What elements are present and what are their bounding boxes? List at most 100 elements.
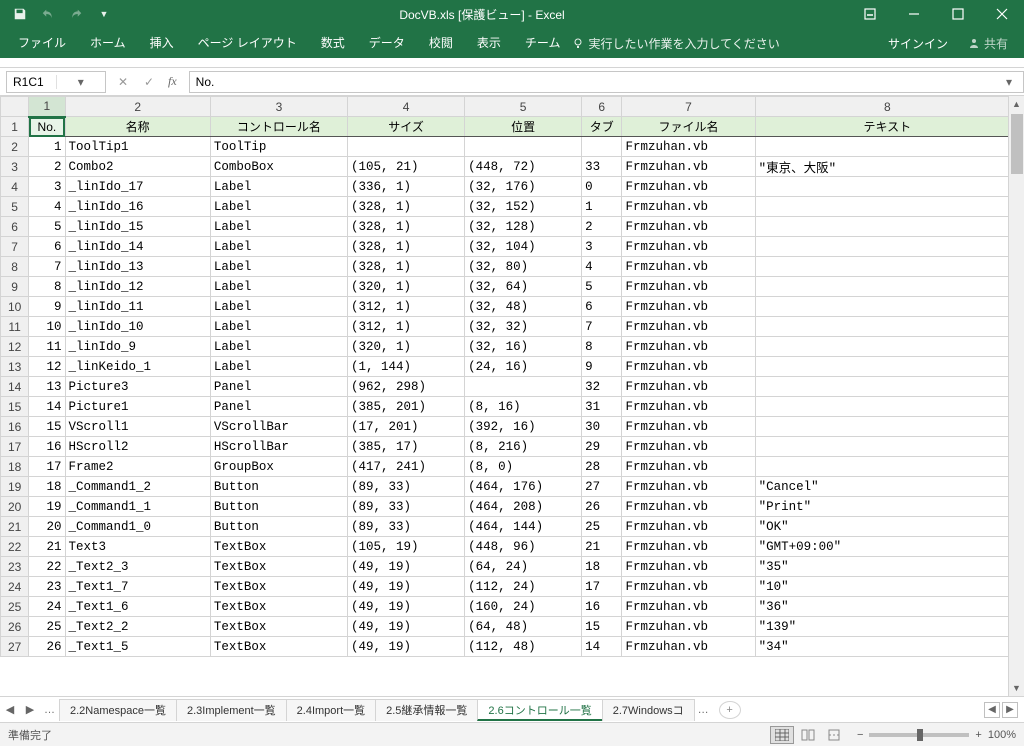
cell[interactable]: (49, 19)	[348, 617, 465, 637]
cell[interactable]: 31	[582, 397, 622, 417]
cell[interactable]: Frmzuhan.vb	[622, 157, 755, 177]
cell[interactable]: Label	[210, 257, 347, 277]
cell[interactable]: (105, 19)	[348, 537, 465, 557]
cell[interactable]: (448, 96)	[465, 537, 582, 557]
cell[interactable]	[465, 137, 582, 157]
formula-expand-icon[interactable]: ▾	[1001, 75, 1017, 89]
cell[interactable]: 29	[582, 437, 622, 457]
zoom-value[interactable]: 100%	[988, 729, 1016, 741]
cell[interactable]: Frmzuhan.vb	[622, 297, 755, 317]
cell[interactable]: Frmzuhan.vb	[622, 177, 755, 197]
cell[interactable]: Frmzuhan.vb	[622, 277, 755, 297]
cell[interactable]: (32, 64)	[465, 277, 582, 297]
cell[interactable]: (89, 33)	[348, 497, 465, 517]
cell[interactable]: 30	[582, 417, 622, 437]
cell[interactable]: (112, 48)	[465, 637, 582, 657]
zoom-slider-thumb[interactable]	[917, 729, 923, 741]
cell[interactable]: 8	[29, 277, 65, 297]
cell[interactable]: _Text1_7	[65, 577, 210, 597]
cell[interactable]: (89, 33)	[348, 477, 465, 497]
cell[interactable]: (464, 208)	[465, 497, 582, 517]
cell[interactable]	[755, 257, 1019, 277]
row-header[interactable]: 18	[1, 457, 29, 477]
cell[interactable]: (32, 32)	[465, 317, 582, 337]
cell[interactable]: 32	[582, 377, 622, 397]
cell[interactable]: 21	[582, 537, 622, 557]
cell[interactable]	[755, 217, 1019, 237]
scrollbar-thumb[interactable]	[1011, 114, 1023, 174]
cell[interactable]: Picture1	[65, 397, 210, 417]
cell[interactable]: (448, 72)	[465, 157, 582, 177]
scroll-down-icon[interactable]: ▼	[1009, 680, 1024, 696]
cell[interactable]: Frmzuhan.vb	[622, 377, 755, 397]
cell[interactable]: (112, 24)	[465, 577, 582, 597]
cell[interactable]	[755, 417, 1019, 437]
view-normal-icon[interactable]	[770, 726, 794, 744]
cell[interactable]: 9	[29, 297, 65, 317]
cell[interactable]: _Command1_1	[65, 497, 210, 517]
cell[interactable]: 17	[29, 457, 65, 477]
cell[interactable]: 0	[582, 177, 622, 197]
cell[interactable]: (32, 48)	[465, 297, 582, 317]
tab-overflow-right-icon[interactable]: …	[694, 704, 713, 716]
cell[interactable]	[755, 357, 1019, 377]
row-header[interactable]: 21	[1, 517, 29, 537]
cell[interactable]: 16	[582, 597, 622, 617]
cell[interactable]: 4	[29, 197, 65, 217]
cell[interactable]: 27	[582, 477, 622, 497]
cell[interactable]: _linIdo_17	[65, 177, 210, 197]
cell[interactable]: 11	[29, 337, 65, 357]
cell[interactable]: 7	[582, 317, 622, 337]
row-header[interactable]: 16	[1, 417, 29, 437]
cell[interactable]: Label	[210, 237, 347, 257]
cell[interactable]: Frmzuhan.vb	[622, 417, 755, 437]
cell[interactable]: (24, 16)	[465, 357, 582, 377]
cell[interactable]: Combo2	[65, 157, 210, 177]
cell[interactable]: (312, 1)	[348, 317, 465, 337]
cell[interactable]: 5	[582, 277, 622, 297]
cell[interactable]: Panel	[210, 397, 347, 417]
worksheet-tab[interactable]: 2.4Import一覧	[286, 699, 376, 721]
tab-view[interactable]: 表示	[465, 28, 513, 58]
cell[interactable]: TextBox	[210, 637, 347, 657]
row-header[interactable]: 23	[1, 557, 29, 577]
cell[interactable]: "GMT+09:00"	[755, 537, 1019, 557]
cell[interactable]: (64, 24)	[465, 557, 582, 577]
row-header[interactable]: 24	[1, 577, 29, 597]
cell[interactable]: (328, 1)	[348, 257, 465, 277]
cell[interactable]: Frmzuhan.vb	[622, 237, 755, 257]
cell[interactable]	[755, 237, 1019, 257]
cell[interactable]	[582, 137, 622, 157]
cell[interactable]: 21	[29, 537, 65, 557]
cell[interactable]: "36"	[755, 597, 1019, 617]
cell[interactable]: _linIdo_10	[65, 317, 210, 337]
zoom-control[interactable]: − + 100%	[857, 729, 1016, 741]
worksheet-tab[interactable]: 2.7Windowsコ	[602, 699, 695, 721]
row-header[interactable]: 6	[1, 217, 29, 237]
cell[interactable]	[755, 137, 1019, 157]
cell[interactable]: Frmzuhan.vb	[622, 517, 755, 537]
cell[interactable]: Button	[210, 477, 347, 497]
cell[interactable]: Label	[210, 357, 347, 377]
horizontal-scroll-nav[interactable]: ◀ ▶	[984, 702, 1024, 718]
undo-icon[interactable]	[36, 3, 60, 25]
cell[interactable]: "東京、大阪"	[755, 157, 1019, 177]
cell[interactable]: Frmzuhan.vb	[622, 457, 755, 477]
worksheet-tab[interactable]: 2.3Implement一覧	[176, 699, 287, 721]
view-page-layout-icon[interactable]	[796, 726, 820, 744]
cell[interactable]: _linIdo_15	[65, 217, 210, 237]
formula-input[interactable]: No. ▾	[189, 71, 1024, 93]
cell[interactable]: 19	[29, 497, 65, 517]
cell[interactable]	[755, 317, 1019, 337]
cell[interactable]: (417, 241)	[348, 457, 465, 477]
col-header[interactable]: 6	[582, 97, 622, 117]
cell[interactable]: Frmzuhan.vb	[622, 577, 755, 597]
cell[interactable]: 15	[29, 417, 65, 437]
cell[interactable]: _linIdo_9	[65, 337, 210, 357]
cell[interactable]: サイズ	[348, 117, 465, 137]
cell[interactable]: TextBox	[210, 537, 347, 557]
row-header[interactable]: 14	[1, 377, 29, 397]
cell[interactable]	[755, 337, 1019, 357]
cell[interactable]: 18	[582, 557, 622, 577]
tab-nav-next-icon[interactable]: ▶	[20, 703, 40, 716]
